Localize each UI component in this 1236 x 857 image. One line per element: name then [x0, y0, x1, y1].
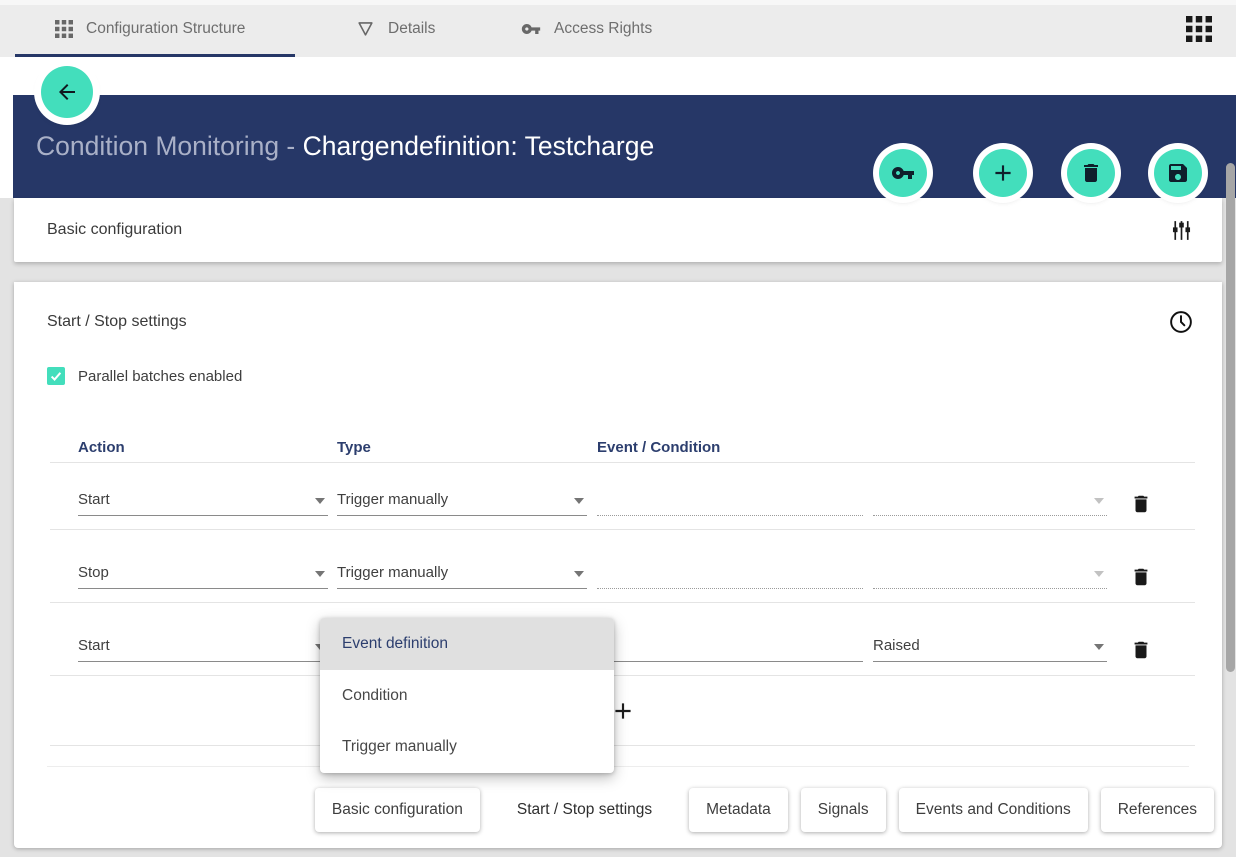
- footer-nav-events-and-conditions[interactable]: Events and Conditions: [899, 788, 1088, 832]
- delete-icon: [1130, 566, 1152, 588]
- delete-row-button[interactable]: [1130, 493, 1152, 515]
- footer-nav-basic-configuration[interactable]: Basic configuration: [315, 788, 480, 832]
- grid-icon: [55, 20, 73, 38]
- delete-row-button[interactable]: [1130, 566, 1152, 588]
- action-select[interactable]: Start: [78, 629, 328, 662]
- section-title: Start / Stop settings: [47, 313, 187, 331]
- menu-item-event-definition[interactable]: Event definition: [320, 618, 614, 670]
- column-header-action: Action: [78, 439, 125, 456]
- tab-label: Configuration Structure: [86, 20, 245, 38]
- column-header-event-condition: Event / Condition: [597, 439, 720, 456]
- back-button[interactable]: [41, 66, 93, 118]
- column-header-type: Type: [337, 439, 371, 456]
- action-select-value: Start: [78, 637, 110, 654]
- footer-nav-start-stop-settings[interactable]: Start / Stop settings: [493, 788, 676, 832]
- save-button[interactable]: [1154, 149, 1202, 197]
- type-select[interactable]: Trigger manually: [337, 483, 587, 516]
- basic-configuration-label: Basic configuration: [47, 221, 1169, 239]
- page-title-prefix: Condition Monitoring -: [36, 131, 303, 161]
- funnel-icon: [356, 19, 375, 38]
- basic-configuration-bar[interactable]: Basic configuration: [14, 198, 1222, 262]
- history-icon[interactable]: [1168, 309, 1194, 335]
- apps-grid-icon[interactable]: [1186, 16, 1212, 42]
- action-select-value: Start: [78, 491, 110, 508]
- back-arrow-icon: [55, 80, 79, 104]
- dropdown-arrow-icon: [315, 571, 325, 577]
- key-icon: [891, 161, 915, 185]
- top-tab-bar: Configuration Structure Details Access R…: [0, 0, 1236, 57]
- tab-details[interactable]: Details: [356, 0, 435, 57]
- add-icon: [990, 160, 1016, 186]
- dropdown-arrow-icon: [1094, 498, 1104, 504]
- access-key-button[interactable]: [879, 149, 927, 197]
- dropdown-arrow-icon: [1094, 644, 1104, 650]
- qualifier-select[interactable]: [873, 556, 1107, 589]
- event-condition-field[interactable]: [597, 556, 863, 589]
- start-stop-settings-card: Start / Stop settings Parallel batches e…: [14, 282, 1222, 848]
- add-button[interactable]: [979, 149, 1027, 197]
- page-title: Condition Monitoring - Chargendefinition…: [36, 131, 654, 162]
- page-title-main: Chargendefinition: Testcharge: [303, 131, 655, 161]
- event-condition-field[interactable]: [597, 629, 863, 662]
- delete-icon: [1079, 161, 1103, 185]
- delete-row-button[interactable]: [1130, 639, 1152, 661]
- action-select[interactable]: Start: [78, 483, 328, 516]
- dropdown-arrow-icon: [1094, 571, 1104, 577]
- type-select[interactable]: Trigger manually: [337, 556, 587, 589]
- page-header: Condition Monitoring - Chargendefinition…: [13, 95, 1236, 198]
- key-icon: [521, 19, 541, 39]
- tab-configuration-structure[interactable]: Configuration Structure: [15, 0, 295, 57]
- footer-section-nav: Basic configuration Start / Stop settings…: [315, 787, 1214, 833]
- tab-label: Details: [388, 20, 435, 38]
- add-row-container: [50, 676, 1195, 746]
- delete-icon: [1130, 639, 1152, 661]
- footer-nav-signals[interactable]: Signals: [801, 788, 886, 832]
- tune-icon[interactable]: [1169, 218, 1194, 243]
- qualifier-select[interactable]: Raised: [873, 629, 1107, 662]
- delete-icon: [1130, 493, 1152, 515]
- dropdown-arrow-icon: [574, 571, 584, 577]
- parallel-batches-checkbox-row[interactable]: Parallel batches enabled: [47, 367, 242, 385]
- checkbox-label: Parallel batches enabled: [78, 368, 242, 385]
- qualifier-select[interactable]: [873, 483, 1107, 516]
- footer-divider: [47, 766, 1189, 767]
- header-background-band: [0, 57, 1236, 97]
- event-condition-field[interactable]: [597, 483, 863, 516]
- dropdown-arrow-icon: [315, 498, 325, 504]
- tab-label: Access Rights: [554, 20, 652, 38]
- table-row: Stop Trigger manually: [50, 530, 1195, 603]
- type-dropdown-menu: Event definitionConditionTrigger manuall…: [320, 618, 614, 773]
- footer-nav-references[interactable]: References: [1101, 788, 1214, 832]
- vertical-scrollbar-thumb[interactable]: [1226, 163, 1235, 672]
- checkbox-checked[interactable]: [47, 367, 65, 385]
- save-icon: [1166, 161, 1190, 185]
- menu-item-condition[interactable]: Condition: [320, 670, 614, 722]
- dropdown-arrow-icon: [574, 498, 584, 504]
- delete-button[interactable]: [1067, 149, 1115, 197]
- table-row: Start Trigger manually: [50, 462, 1195, 530]
- menu-item-trigger-manually[interactable]: Trigger manually: [320, 721, 614, 773]
- left-margin-strip: [0, 95, 13, 198]
- qualifier-select-value: Raised: [873, 637, 920, 654]
- footer-nav-metadata[interactable]: Metadata: [689, 788, 788, 832]
- type-select-value: Trigger manually: [337, 564, 448, 581]
- checkmark-icon: [49, 369, 63, 383]
- action-select[interactable]: Stop: [78, 556, 328, 589]
- tab-access-rights[interactable]: Access Rights: [521, 0, 652, 57]
- action-select-value: Stop: [78, 564, 109, 581]
- type-select-value: Trigger manually: [337, 491, 448, 508]
- table-row: Start Raised: [50, 603, 1195, 676]
